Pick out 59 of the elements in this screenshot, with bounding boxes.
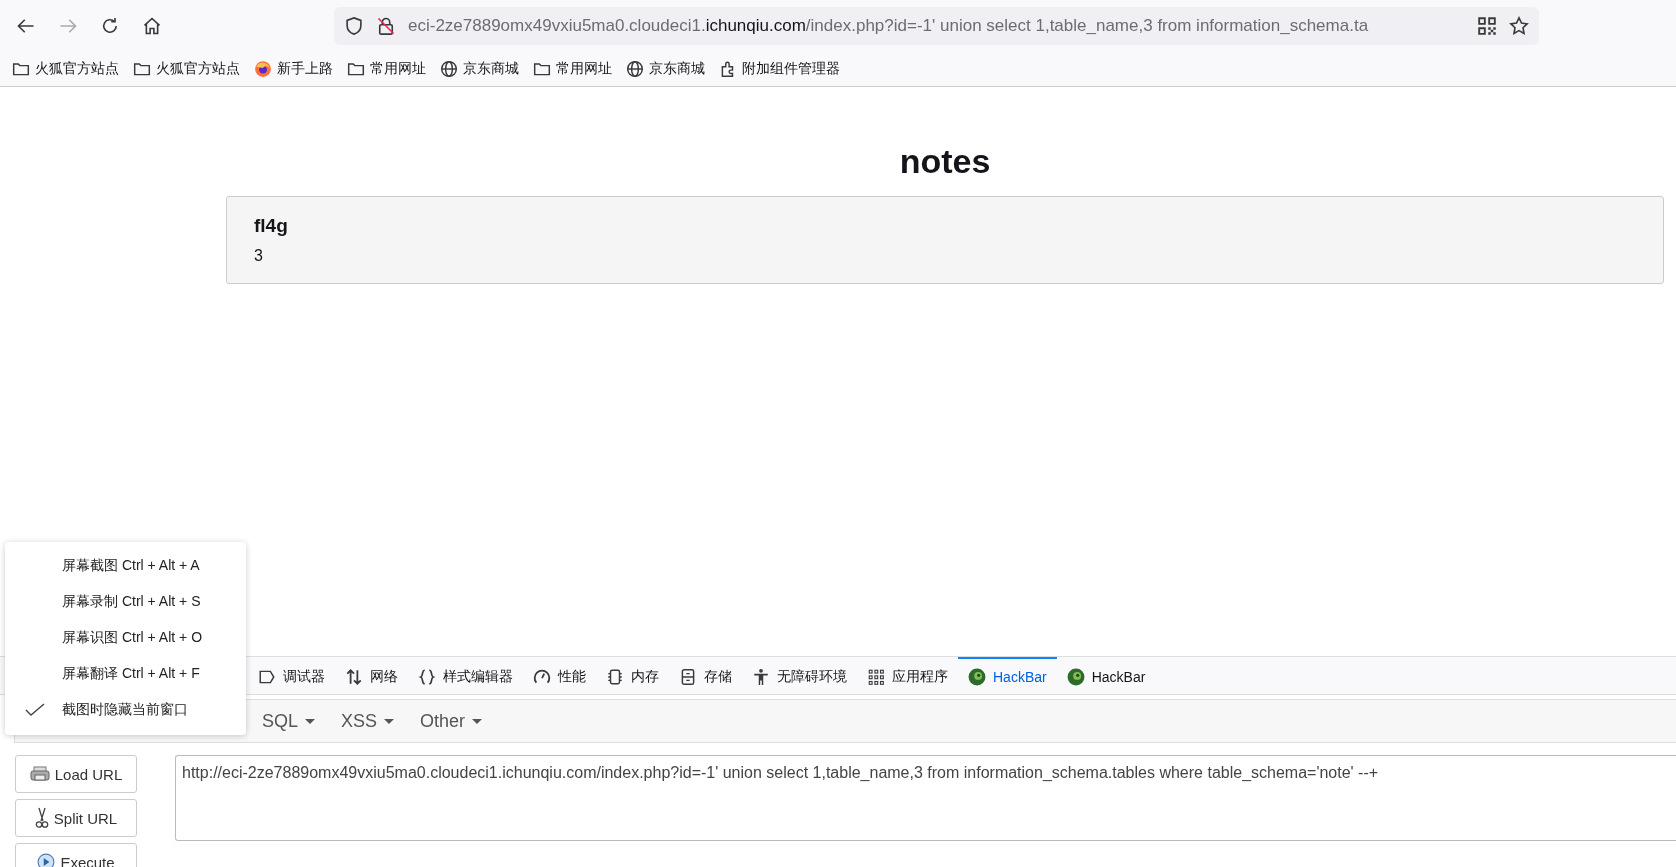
menu-dropdown[interactable]: SQL: [262, 710, 316, 732]
qr-code-icon[interactable]: [1477, 15, 1497, 36]
hackbar-button[interactable]: Load URL: [15, 755, 137, 793]
bookmark-item[interactable]: 火狐官方站点: [12, 59, 119, 78]
bookmark-item[interactable]: 火狐官方站点: [133, 59, 240, 78]
note-body: 3: [254, 246, 264, 265]
menu-item[interactable]: 截图时隐藏当前窗口: [5, 692, 246, 728]
menu-dropdown[interactable]: Other: [420, 710, 483, 732]
menu-item[interactable]: 屏幕识图 Ctrl + Alt + O: [5, 620, 246, 656]
star-icon[interactable]: [1509, 15, 1529, 36]
url-text: eci-2ze7889omx49vxiu5ma0.cloudeci1.ichunqiu.com/index.php?id=-1' union select 1,table_name,3 from information_schema.ta: [408, 15, 1370, 36]
shield-icon: [344, 15, 364, 36]
devtools-tab[interactable]: HackBar: [1056, 657, 1156, 694]
play-icon: [37, 853, 56, 867]
hackbar-button[interactable]: Split URL: [15, 799, 137, 837]
devtools-tab[interactable]: 内存: [596, 657, 669, 694]
bookmark-item[interactable]: 常用网址: [347, 59, 426, 78]
note-title: fl4g: [254, 214, 289, 237]
hackbar-icon: [1066, 667, 1085, 686]
scissors-icon: [34, 807, 49, 829]
devtools-tab[interactable]: 存储: [669, 657, 742, 694]
menu-item[interactable]: 屏幕翻译 Ctrl + Alt + F: [5, 656, 246, 692]
globe-icon: [626, 59, 644, 78]
page-heading: notes: [899, 141, 991, 182]
arrows-icon: [345, 667, 363, 686]
hackbar-icon: [968, 667, 986, 686]
insecure-lock-icon: [376, 15, 396, 36]
url-field[interactable]: http://eci-2ze7889omx49vxiu5ma0.cloudeci1.ichunqiu.com/index.php?id=-1' union select 1,table_name,3 from information_schema.tables where table_schema='note' --+: [175, 755, 1676, 841]
cabinet-icon: [679, 667, 697, 686]
grid-icon: [867, 667, 885, 686]
devtools-tab[interactable]: 性能: [523, 657, 596, 694]
devtools-tab[interactable]: 应用程序: [857, 657, 958, 694]
devtools-tab[interactable]: 网络: [335, 657, 408, 694]
reload-icon: [100, 15, 120, 36]
caret-icon: [384, 718, 395, 724]
caret-icon: [472, 718, 483, 724]
hackbar-button[interactable]: Execute: [15, 843, 137, 867]
devtools-tab[interactable]: 调试器: [248, 657, 335, 694]
chip-icon: [606, 667, 624, 686]
address-bar[interactable]: eci-2ze7889omx49vxiu5ma0.cloudeci1.ichunqiu.com/index.php?id=-1' union select 1,table_name,3 from information_schema.ta: [334, 6, 1539, 45]
printer-icon: [29, 766, 50, 782]
caret-icon: [305, 718, 316, 724]
bookmark-item[interactable]: 京东商城: [440, 59, 519, 78]
menu-dropdown[interactable]: XSS: [341, 710, 395, 732]
bookmark-item[interactable]: 常用网址: [533, 59, 612, 78]
devtools-tab[interactable]: HackBar: [958, 657, 1057, 694]
bookmark-item[interactable]: 新手上路: [254, 59, 333, 78]
gauge-icon: [533, 667, 551, 686]
menu-item[interactable]: 屏幕录制 Ctrl + Alt + S: [5, 584, 246, 620]
bookmark-item[interactable]: 附加组件管理器: [719, 59, 840, 78]
menu-item[interactable]: 屏幕截图 Ctrl + Alt + A: [5, 548, 246, 584]
bookmark-item[interactable]: 京东商城: [626, 59, 705, 78]
globe-icon: [440, 59, 458, 78]
home-icon: [142, 15, 162, 36]
person-icon: [752, 667, 770, 686]
devtools-tab[interactable]: 样式编辑器: [408, 657, 523, 694]
firefox-icon: [254, 59, 272, 78]
braces-icon: [418, 667, 436, 686]
devtools-tab[interactable]: 无障碍环境: [742, 657, 857, 694]
